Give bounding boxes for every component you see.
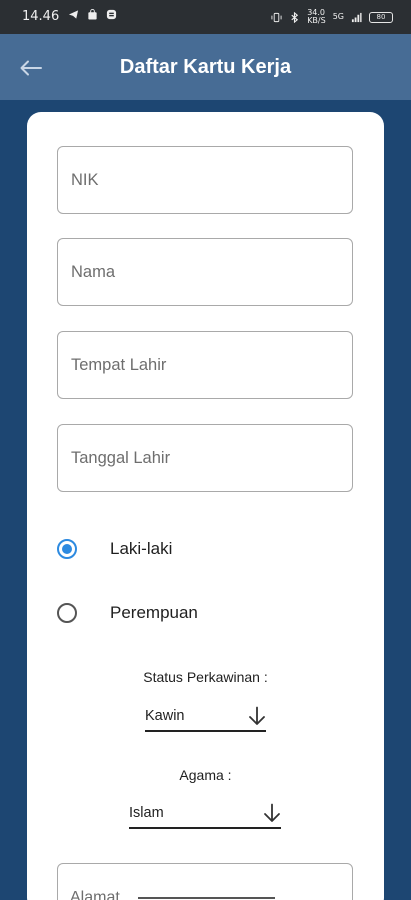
form-card: Laki-laki Perempuan Status Perkawinan : … <box>27 112 384 900</box>
system-icons: 34.0 KB/S 5G 80 <box>271 9 393 25</box>
alamat-label: Alamat <box>70 889 120 900</box>
shopping-bag-icon <box>88 9 97 20</box>
nik-field[interactable] <box>57 146 353 214</box>
radio-label-perempuan: Perempuan <box>110 603 198 622</box>
radio-button-selected[interactable] <box>57 539 77 559</box>
arrow-down-icon <box>249 706 265 725</box>
status-perkawinan-dropdown[interactable]: Kawin <box>145 702 266 732</box>
agama-dropdown[interactable]: Islam <box>129 799 281 829</box>
nik-input[interactable] <box>58 147 352 213</box>
status-perkawinan-label: Status Perkawinan : <box>143 669 268 685</box>
battery-icon: 80 <box>369 11 393 23</box>
tempat-lahir-field[interactable] <box>57 331 353 399</box>
status-bar: 14.46 34.0 KB/S 5G 80 <box>0 0 411 34</box>
page-title: Daftar Kartu Kerja <box>119 56 292 78</box>
alamat-underline <box>138 897 275 899</box>
radio-button[interactable] <box>57 603 77 623</box>
status-time: 14.46 <box>22 9 60 24</box>
telegram-icon <box>68 10 79 19</box>
tanggal-lahir-field[interactable] <box>57 424 353 492</box>
network-speed: 34.0 KB/S <box>307 8 326 25</box>
nama-field[interactable] <box>57 238 353 306</box>
signal-text: 5G <box>332 12 344 21</box>
radio-perempuan[interactable]: Perempuan <box>57 598 198 628</box>
status-perkawinan-value: Kawin <box>145 708 185 724</box>
tanggal-lahir-input[interactable] <box>58 425 352 491</box>
bluetooth-icon <box>291 11 299 23</box>
radio-laki-laki[interactable]: Laki-laki <box>57 534 172 564</box>
signal-icon <box>351 12 362 22</box>
agama-label: Agama : <box>179 767 232 783</box>
radio-label-laki-laki: Laki-laki <box>110 539 173 558</box>
arrow-down-icon <box>264 803 280 822</box>
app-icon <box>106 9 117 20</box>
agama-value: Islam <box>129 805 164 821</box>
nama-input[interactable] <box>58 239 352 305</box>
battery-level: 80 <box>376 12 386 21</box>
app-bar: Daftar Kartu Kerja <box>0 34 411 100</box>
alamat-field[interactable]: Alamat <box>57 863 353 900</box>
vibrate-icon <box>271 12 282 22</box>
tempat-lahir-input[interactable] <box>58 332 352 398</box>
notification-icons <box>68 9 117 20</box>
